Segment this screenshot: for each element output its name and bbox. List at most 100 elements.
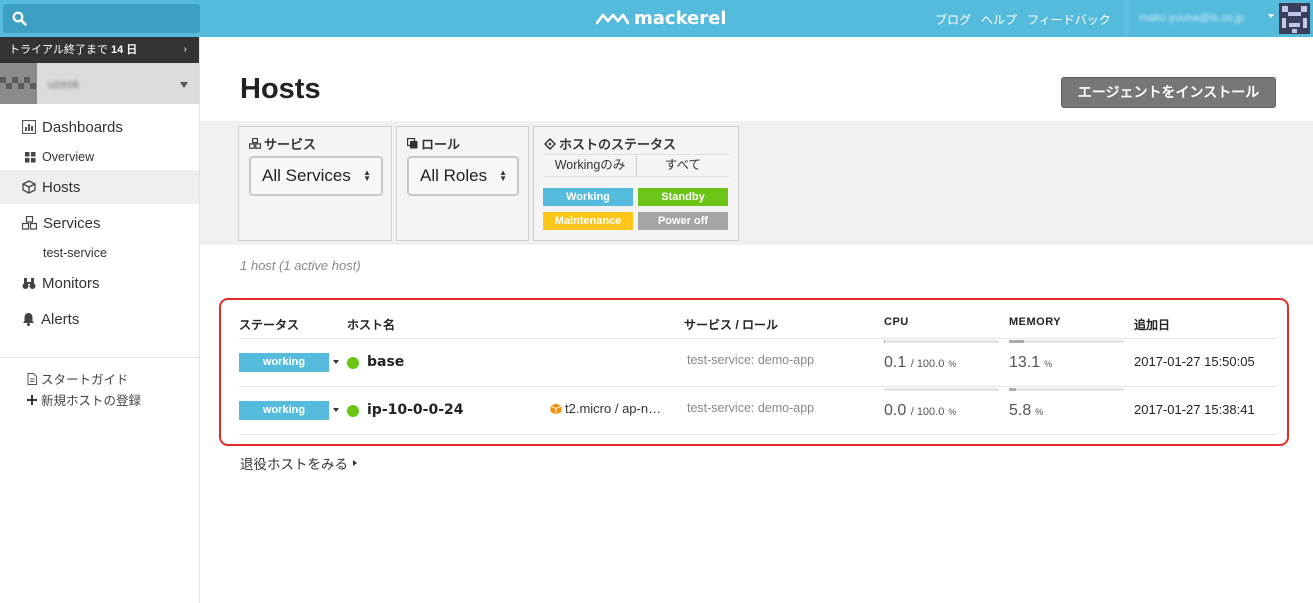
sidebar-item-overview[interactable]: Overview bbox=[25, 150, 94, 164]
cpu-value: 0.1 bbox=[884, 354, 907, 371]
bell-icon bbox=[23, 313, 34, 326]
service-select-value: All Services bbox=[262, 166, 351, 185]
plus-icon bbox=[27, 394, 37, 405]
sidebar-item-alerts[interactable]: Alerts bbox=[0, 302, 199, 336]
cpu-metric: 0.1 / 100.0% bbox=[884, 354, 956, 372]
memory-usage-bar bbox=[1009, 340, 1124, 343]
service-filter-title: サービス bbox=[249, 134, 316, 153]
memory-usage-bar bbox=[1009, 388, 1124, 391]
cpu-unit: % bbox=[948, 359, 957, 369]
host-instance-info: t2.micro / ap-n… bbox=[550, 401, 661, 416]
top-links: ブログ ヘルプ フィードバック bbox=[935, 11, 1111, 28]
search-box[interactable] bbox=[3, 4, 200, 33]
binoculars-icon bbox=[22, 277, 36, 289]
chevron-right-icon: › bbox=[183, 44, 187, 55]
help-link[interactable]: ヘルプ bbox=[981, 11, 1017, 28]
column-header-name: ホスト名 bbox=[347, 318, 396, 332]
sidebar-label-alerts: Alerts bbox=[41, 310, 80, 328]
cpu-total: / 100.0 bbox=[910, 406, 945, 418]
column-header-service-role: サービス / ロール bbox=[684, 318, 779, 332]
cpu-usage-bar bbox=[884, 388, 999, 391]
table-header-divider bbox=[239, 338, 1276, 339]
instance-type: t2.micro / ap-n… bbox=[565, 401, 662, 416]
status-badge-poweroff[interactable]: Power off bbox=[638, 212, 728, 230]
sidebar-item-hosts[interactable]: Hosts bbox=[0, 170, 199, 204]
caret-down-icon bbox=[180, 82, 188, 88]
memory-metric: 13.1% bbox=[1009, 354, 1052, 372]
feedback-link[interactable]: フィードバック bbox=[1027, 11, 1111, 28]
cubes-icon bbox=[249, 138, 261, 149]
cpu-metric: 0.0 / 100.0% bbox=[884, 402, 956, 420]
sidebar-label-overview: Overview bbox=[42, 150, 95, 164]
status-filter-panel: ホストのステータス Workingのみ すべて Working Standby … bbox=[533, 126, 739, 241]
status-badge-working[interactable]: Working bbox=[543, 188, 633, 206]
sidebar-label-services: Services bbox=[43, 214, 101, 232]
tab-all[interactable]: すべて bbox=[636, 155, 729, 176]
updown-arrow-icon: ▲ ▼ bbox=[499, 168, 507, 183]
status-filter-title: ホストのステータス bbox=[544, 134, 676, 153]
user-email[interactable]: mako.yuuna@is.co.jp bbox=[1126, 0, 1276, 37]
roles-icon bbox=[407, 138, 418, 149]
host-name[interactable]: ip-10-0-0-24 bbox=[367, 402, 464, 418]
host-name[interactable]: base bbox=[367, 354, 404, 370]
user-avatar[interactable] bbox=[1279, 3, 1310, 34]
role-select-value: All Roles bbox=[420, 166, 488, 185]
added-date: 2017-01-27 15:50:05 bbox=[1134, 354, 1255, 369]
status-button[interactable]: working bbox=[239, 353, 329, 372]
aws-cube-icon bbox=[550, 403, 562, 414]
updown-arrow-icon: ▲ ▼ bbox=[363, 168, 371, 183]
org-switcher[interactable]: uzesk bbox=[0, 63, 199, 104]
trial-banner[interactable]: トライアル終了まで 14 日 › bbox=[0, 37, 199, 63]
column-header-status: ステータス bbox=[239, 318, 300, 332]
role-filter-label: ロール bbox=[421, 137, 461, 152]
memory-value: 13.1 bbox=[1009, 354, 1041, 371]
column-header-memory: MEMORY bbox=[1009, 316, 1062, 328]
retired-hosts-label: 退役ホストをみる bbox=[240, 457, 348, 472]
page-title: Hosts bbox=[240, 73, 321, 105]
memory-metric: 5.8% bbox=[1009, 402, 1043, 420]
sidebar-item-monitors[interactable]: Monitors bbox=[0, 266, 199, 300]
status-scope-tabs: Workingのみ すべて bbox=[544, 154, 729, 177]
service-select[interactable]: All Services ▲ ▼ bbox=[249, 156, 383, 196]
user-menu-caret-icon[interactable] bbox=[1268, 14, 1274, 18]
logo-text: mackerel bbox=[634, 7, 727, 29]
new-host-link[interactable]: 新規ホストの登録 bbox=[27, 390, 141, 409]
role-select[interactable]: All Roles ▲ ▼ bbox=[407, 156, 519, 196]
role-filter-panel: ロール All Roles ▲ ▼ bbox=[396, 126, 529, 241]
diamond-refresh-icon bbox=[544, 137, 556, 150]
start-guide-link[interactable]: スタートガイド bbox=[27, 369, 129, 388]
blog-link[interactable]: ブログ bbox=[935, 11, 971, 28]
cube-icon bbox=[22, 180, 36, 194]
sidebar-item-test-service[interactable]: test-service bbox=[43, 246, 107, 260]
mackerel-logo[interactable]: mackerel bbox=[596, 6, 727, 30]
sidebar-item-dashboards[interactable]: Dashboards bbox=[0, 110, 199, 144]
filter-bar: サービス All Services ▲ ▼ ロール All Roles ▲ ▼ ホス… bbox=[200, 121, 1313, 245]
host-roles[interactable]: test-service: demo-app bbox=[687, 401, 814, 415]
cpu-usage-bar bbox=[884, 340, 999, 343]
status-badge-standby[interactable]: Standby bbox=[638, 188, 728, 206]
role-filter-title: ロール bbox=[407, 134, 460, 153]
grid-icon bbox=[25, 151, 36, 162]
caret-down-icon[interactable] bbox=[333, 408, 339, 412]
host-roles[interactable]: test-service: demo-app bbox=[687, 353, 814, 367]
start-guide-label: スタートガイド bbox=[41, 373, 129, 387]
service-filter-label: サービス bbox=[264, 137, 317, 152]
cpu-value: 0.0 bbox=[884, 402, 907, 419]
status-button[interactable]: working bbox=[239, 401, 329, 420]
org-icon bbox=[0, 63, 37, 104]
column-header-added: 追加日 bbox=[1134, 318, 1171, 332]
table-row-divider bbox=[239, 434, 1276, 435]
tab-working-only[interactable]: Workingのみ bbox=[544, 155, 636, 176]
trial-days: 14 日 bbox=[110, 44, 138, 56]
cpu-unit: % bbox=[948, 407, 957, 417]
install-agent-button[interactable]: エージェントをインストール bbox=[1061, 77, 1276, 108]
sidebar-item-services[interactable]: Services bbox=[0, 206, 199, 240]
search-icon bbox=[12, 11, 27, 26]
triangle-right-icon bbox=[353, 460, 357, 466]
caret-down-icon[interactable] bbox=[333, 360, 339, 364]
status-dot-icon bbox=[347, 357, 359, 369]
retired-hosts-link[interactable]: 退役ホストをみる bbox=[240, 453, 357, 473]
status-badge-maintenance[interactable]: Maintenance bbox=[543, 212, 633, 230]
sidebar: トライアル終了まで 14 日 › uzesk Dashboards Overvi… bbox=[0, 37, 200, 603]
sidebar-label-hosts: Hosts bbox=[42, 178, 81, 196]
